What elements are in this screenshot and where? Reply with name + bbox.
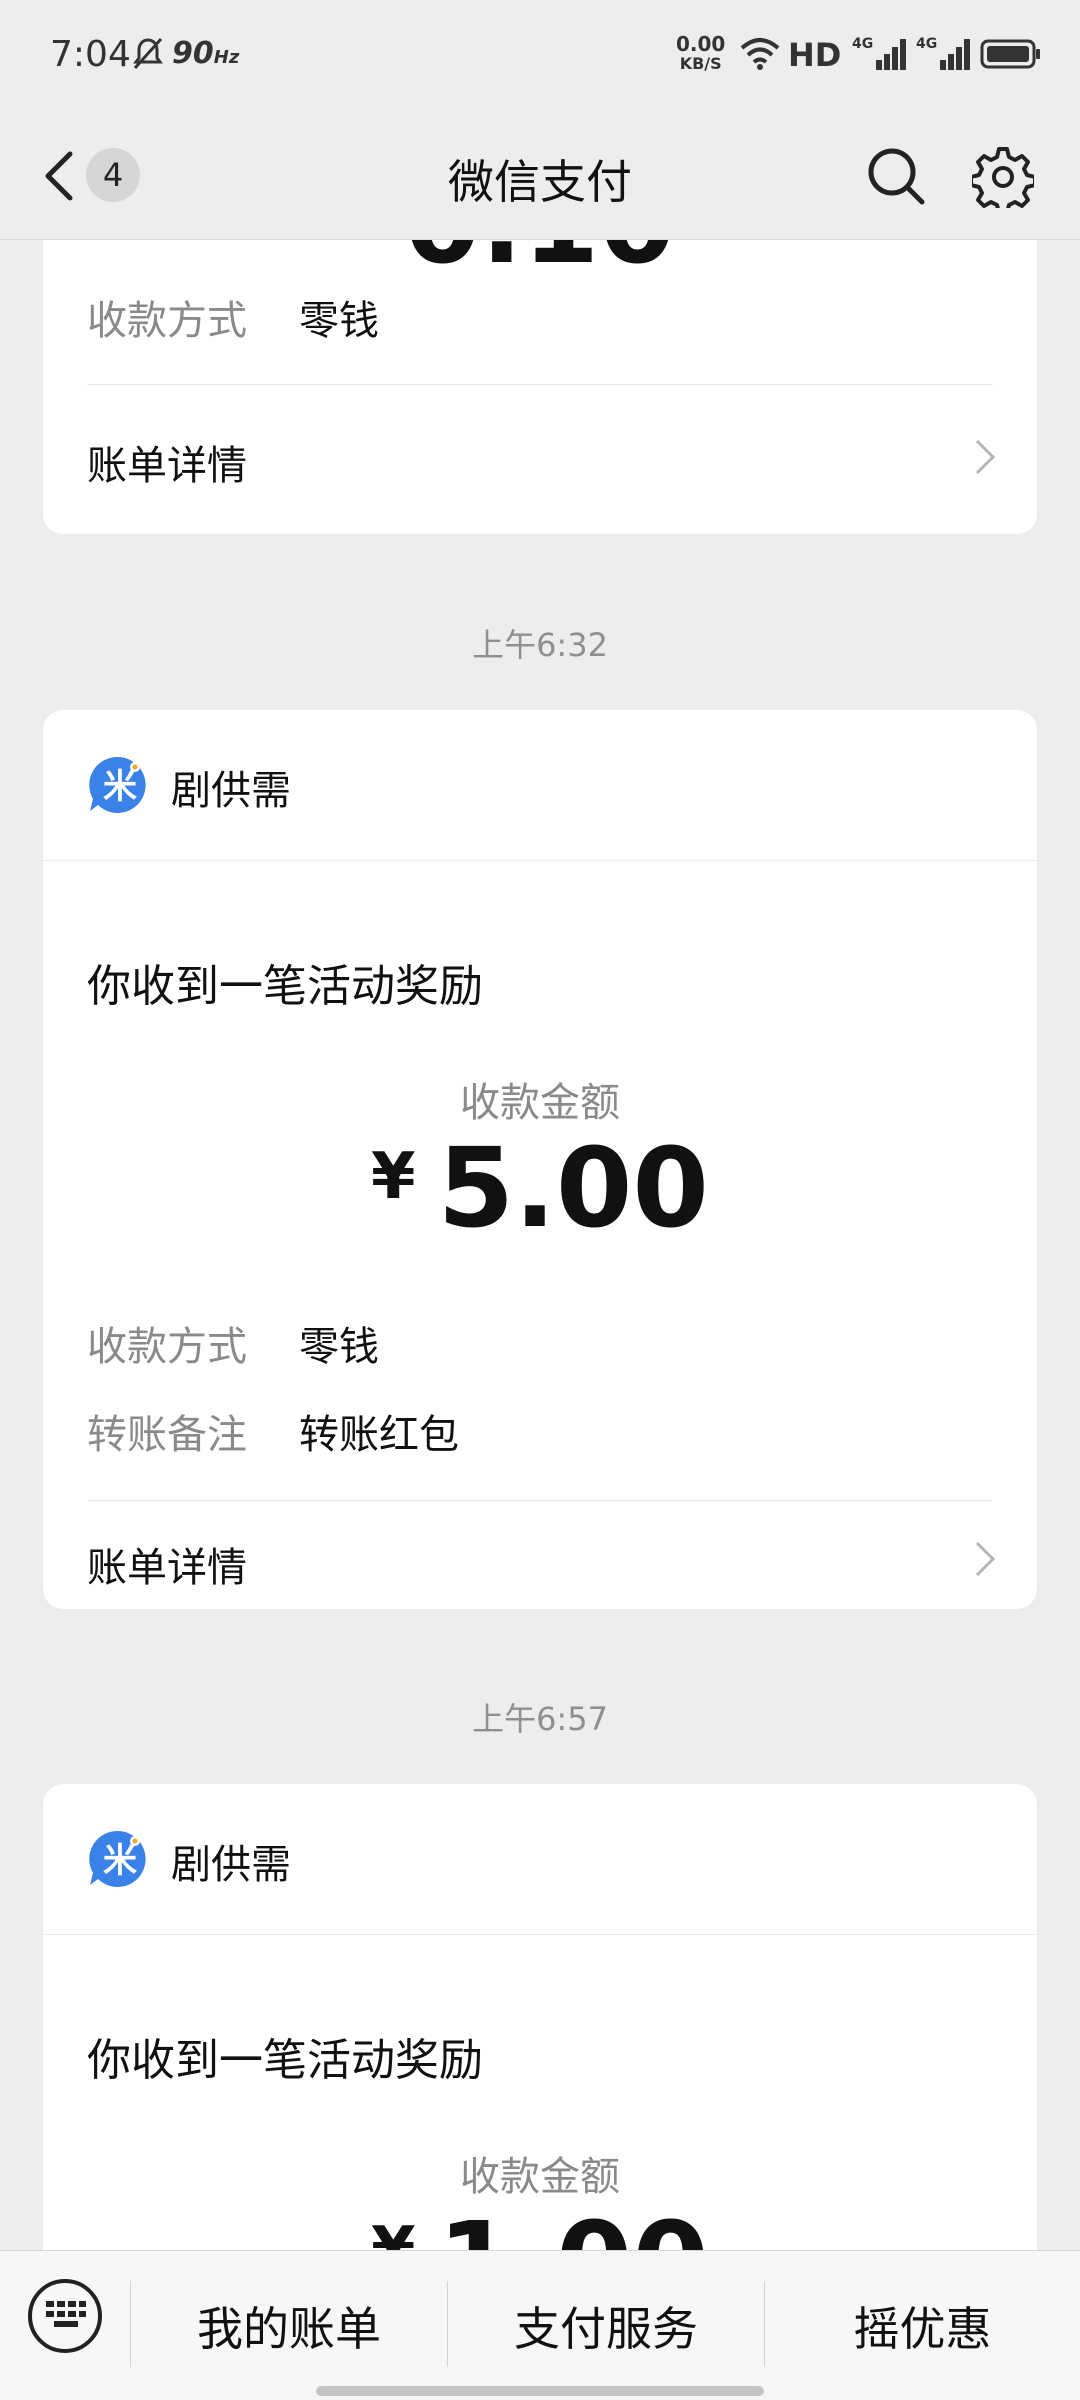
amount-value: ¥5.00 xyxy=(43,1124,1037,1252)
merchant-name[interactable]: 剧供需 xyxy=(171,1832,291,1890)
row-label: 收款方式 xyxy=(87,298,247,344)
home-indicator[interactable] xyxy=(316,2386,764,2396)
row-value: 零钱 xyxy=(299,298,379,344)
amount-value: ¥1.00 xyxy=(43,2198,1037,2250)
bill-detail-link[interactable]: 账单详情 xyxy=(43,1501,1037,1609)
chevron-right-icon xyxy=(975,1541,996,1577)
back-chevron-icon[interactable] xyxy=(40,148,76,204)
merchant-logo-icon: 米 xyxy=(89,756,146,813)
payment-card: 米 剧供需 你收到一笔活动奖励 收款金额 ¥1.00 xyxy=(43,1784,1037,2250)
bill-detail-link[interactable]: 账单详情 xyxy=(43,385,1037,534)
row-value: 零钱 xyxy=(299,1324,379,1370)
amount-number: 5.00 xyxy=(437,1124,709,1252)
menu-my-bills[interactable]: 我的账单 xyxy=(131,2293,447,2359)
menu-shake-offers[interactable]: 摇优惠 xyxy=(765,2293,1080,2359)
row-label: 转账备注 xyxy=(87,1412,247,1458)
wifi-icon xyxy=(740,38,780,70)
status-bar: 7:04 90Hz 0.00 KB/S HD 4G 4G xyxy=(0,0,1080,112)
nav-bar: 4 微信支付 xyxy=(0,112,1080,240)
svg-text:米: 米 xyxy=(103,767,137,807)
notice-title: 你收到一笔活动奖励 xyxy=(87,2035,483,2086)
row-value: 转账红包 xyxy=(299,1412,459,1458)
message-timestamp: 上午6:57 xyxy=(472,1700,608,1738)
refresh-rate: 90Hz xyxy=(172,36,240,71)
amount-caption: 收款金额 xyxy=(460,2154,620,2200)
amount-number: 1.00 xyxy=(438,2198,709,2250)
menu-payment-services[interactable]: 支付服务 xyxy=(448,2293,764,2359)
network-speed: 0.00 KB/S xyxy=(676,32,726,73)
svg-text:4G: 4G xyxy=(852,36,873,52)
signal-4g-icon: 4G xyxy=(916,36,970,70)
bill-detail-label: 账单详情 xyxy=(87,443,247,489)
unread-count-badge[interactable]: 4 xyxy=(86,148,140,202)
gear-icon[interactable] xyxy=(972,146,1034,208)
row-label: 收款方式 xyxy=(87,1324,247,1370)
currency-symbol: ¥ xyxy=(371,2214,416,2250)
divider xyxy=(43,860,1037,861)
bottom-menu-bar: 我的账单 支付服务 摇优惠 xyxy=(0,2250,1080,2400)
mute-bell-icon xyxy=(133,37,163,70)
currency-symbol: ¥ xyxy=(371,1140,416,1214)
search-icon[interactable] xyxy=(866,146,926,206)
divider xyxy=(43,1934,1037,1935)
message-list[interactable]: 0.10 收款方式 零钱 账单详情 上午6:32 米 剧供需 你收到一笔活动奖励… xyxy=(0,240,1080,2250)
payment-card: 米 剧供需 你收到一笔活动奖励 收款金额 ¥5.00 收款方式 零钱 转账备注 … xyxy=(43,710,1037,1609)
keyboard-toggle-button[interactable] xyxy=(28,2279,102,2353)
chevron-right-icon xyxy=(975,439,996,475)
svg-text:4G: 4G xyxy=(916,36,937,52)
merchant-logo-icon: 米 xyxy=(89,1830,146,1887)
battery-icon xyxy=(980,39,1040,69)
svg-text:米: 米 xyxy=(103,1841,137,1881)
keyboard-icon xyxy=(46,2301,86,2327)
payment-card: 0.10 收款方式 零钱 账单详情 xyxy=(43,240,1037,534)
hd-indicator: HD xyxy=(788,36,842,74)
status-time: 7:04 xyxy=(50,34,131,75)
amount-value: 0.10 xyxy=(43,240,1037,288)
message-timestamp: 上午6:32 xyxy=(472,626,608,664)
bill-detail-label: 账单详情 xyxy=(87,1545,247,1591)
signal-4g-icon: 4G xyxy=(852,36,906,70)
page-title: 微信支付 xyxy=(448,155,632,209)
merchant-name[interactable]: 剧供需 xyxy=(171,758,291,816)
notice-title: 你收到一笔活动奖励 xyxy=(87,961,483,1012)
amount-caption: 收款金额 xyxy=(460,1080,620,1126)
